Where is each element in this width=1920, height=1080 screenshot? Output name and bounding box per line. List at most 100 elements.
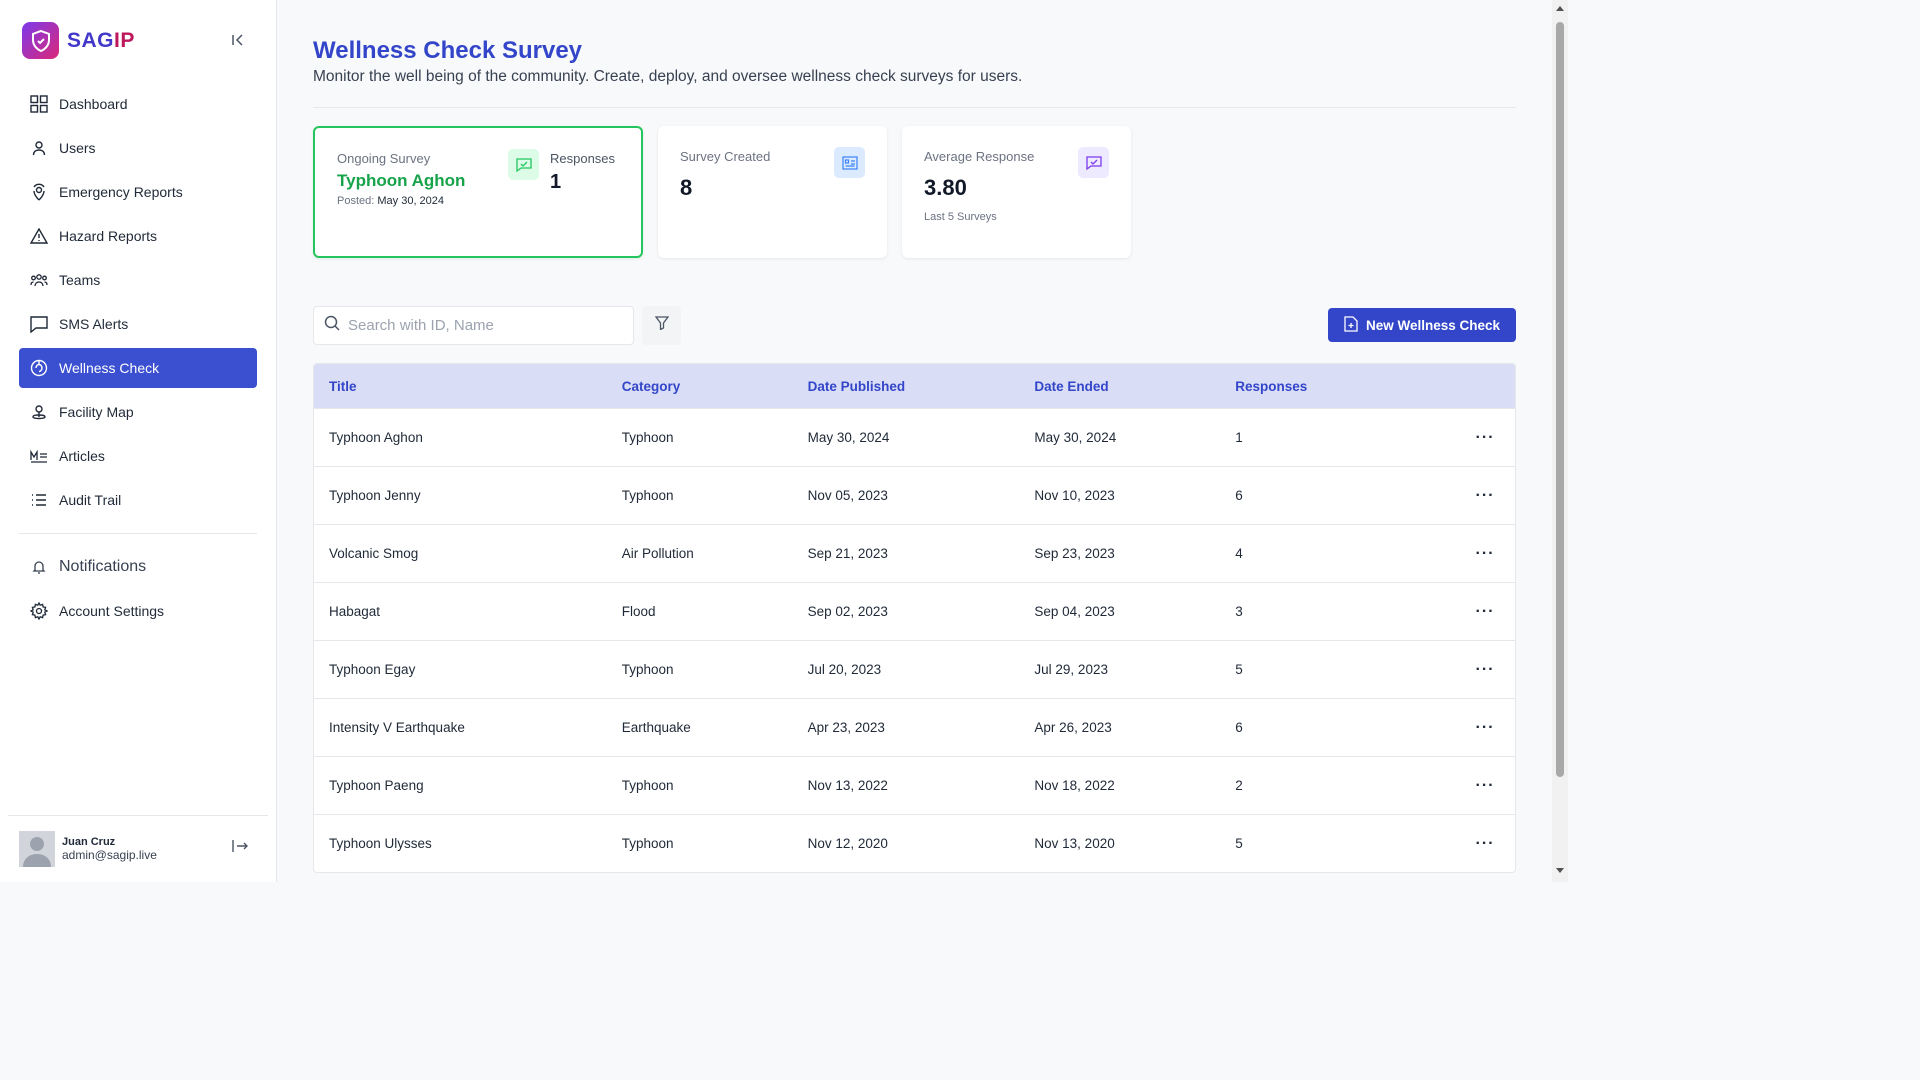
search-box — [313, 306, 634, 345]
cell-responses: 6 — [1235, 720, 1243, 735]
sidebar-item-wellness-check[interactable]: Wellness Check — [19, 348, 257, 388]
articles-icon — [29, 446, 49, 466]
cell-responses: 3 — [1235, 604, 1243, 619]
col-responses[interactable]: Responses — [1235, 379, 1455, 394]
sidebar-item-teams[interactable]: Teams — [19, 260, 257, 300]
survey-created-value: 8 — [680, 175, 693, 200]
sidebar-item-notifications[interactable]: Notifications — [19, 547, 257, 587]
message-check-icon — [508, 149, 539, 180]
sidebar-item-sms-alerts[interactable]: SMS Alerts — [19, 304, 257, 344]
table-row[interactable]: Typhoon Ulysses Typhoon Nov 12, 2020 Nov… — [314, 814, 1515, 872]
map-pin-icon — [29, 402, 49, 422]
cell-responses: 4 — [1235, 546, 1243, 561]
table-row[interactable]: Typhoon Aghon Typhoon May 30, 2024 May 3… — [314, 408, 1515, 466]
cell-category: Typhoon — [621, 662, 674, 677]
cell-date-ended: Nov 18, 2022 — [1034, 778, 1115, 793]
cell-category: Typhoon — [621, 488, 674, 503]
sidebar-item-articles[interactable]: Articles — [19, 436, 257, 476]
more-options-icon[interactable]: ··· — [1455, 777, 1515, 795]
user-profile: Juan Cruz admin@sagip.live — [8, 815, 268, 882]
logout-icon[interactable] — [231, 837, 251, 857]
cell-title: Intensity V Earthquake — [329, 720, 465, 735]
average-response-card: Average Response 3.80 Last 5 Surveys — [902, 126, 1131, 258]
cell-date-published: May 30, 2024 — [807, 430, 890, 445]
responses-label: Responses — [550, 151, 616, 166]
cell-title: Typhoon Ulysses — [329, 836, 432, 851]
cell-responses: 6 — [1235, 488, 1243, 503]
shield-logo-icon — [22, 22, 59, 59]
average-response-value: 3.80 — [924, 175, 967, 200]
gear-icon — [29, 601, 49, 621]
table-row[interactable]: Typhoon Jenny Typhoon Nov 05, 2023 Nov 1… — [314, 466, 1515, 524]
sidebar-item-users[interactable]: Users — [19, 128, 257, 168]
cell-responses: 1 — [1235, 430, 1243, 445]
secondary-nav: Notifications Account Settings — [19, 547, 257, 635]
average-response-note: Last 5 Surveys — [924, 211, 997, 223]
cell-date-ended: May 30, 2024 — [1034, 430, 1117, 445]
page-scrollbar[interactable] — [1552, 0, 1568, 882]
more-options-icon[interactable]: ··· — [1455, 487, 1515, 505]
filter-button[interactable] — [642, 306, 681, 345]
cell-date-ended: Nov 10, 2023 — [1034, 488, 1115, 503]
avatar[interactable] — [19, 831, 55, 867]
more-options-icon[interactable]: ··· — [1455, 429, 1515, 447]
warning-icon — [29, 226, 49, 246]
table-header: Title Category Date Published Date Ended… — [314, 364, 1515, 408]
wellness-table: Title Category Date Published Date Ended… — [313, 363, 1516, 873]
responses-value: 1 — [550, 171, 562, 193]
table-row[interactable]: Typhoon Egay Typhoon Jul 20, 2023 Jul 29… — [314, 640, 1515, 698]
brand[interactable]: SAGIP — [22, 22, 135, 59]
ongoing-posted: Posted: May 30, 2024 — [337, 195, 445, 207]
sidebar-item-facility-map[interactable]: Facility Map — [19, 392, 257, 432]
ongoing-survey-card[interactable]: Ongoing Survey Typhoon Aghon Posted: May… — [313, 126, 643, 258]
cell-category: Air Pollution — [621, 546, 694, 561]
filter-icon — [654, 316, 669, 335]
cell-responses: 5 — [1235, 662, 1243, 677]
user-name: Juan Cruz — [62, 836, 116, 848]
page-subtitle: Monitor the well being of the community.… — [313, 68, 1023, 85]
cell-title: Typhoon Jenny — [329, 488, 421, 503]
sidebar-item-label: Users — [59, 140, 96, 156]
table-row[interactable]: Intensity V Earthquake Earthquake Apr 23… — [314, 698, 1515, 756]
more-options-icon[interactable]: ··· — [1455, 545, 1515, 563]
sidebar: SAGIP Dashboard Users Emergency Reports … — [0, 0, 277, 882]
user-info: Juan Cruz admin@sagip.live — [62, 836, 157, 862]
cell-category: Earthquake — [621, 720, 691, 735]
cell-date-published: Nov 05, 2023 — [807, 488, 888, 503]
sidebar-item-dashboard[interactable]: Dashboard — [19, 84, 257, 124]
more-options-icon[interactable]: ··· — [1455, 835, 1515, 853]
main-nav: Dashboard Users Emergency Reports Hazard… — [19, 84, 257, 524]
col-title[interactable]: Title — [314, 379, 622, 394]
survey-form-icon — [834, 147, 865, 178]
sidebar-item-hazard-reports[interactable]: Hazard Reports — [19, 216, 257, 256]
col-category[interactable]: Category — [622, 379, 808, 394]
cell-date-ended: Apr 26, 2023 — [1034, 720, 1112, 735]
table-row[interactable]: Typhoon Paeng Typhoon Nov 13, 2022 Nov 1… — [314, 756, 1515, 814]
location-pin-icon — [29, 182, 49, 202]
ongoing-survey-label: Ongoing Survey — [337, 151, 431, 166]
sidebar-item-label: Audit Trail — [59, 492, 122, 508]
cell-title: Typhoon Aghon — [329, 430, 423, 445]
scroll-thumb[interactable] — [1556, 22, 1564, 777]
more-options-icon[interactable]: ··· — [1455, 661, 1515, 679]
more-options-icon[interactable]: ··· — [1455, 603, 1515, 621]
nav-divider — [19, 533, 257, 534]
cell-responses: 2 — [1235, 778, 1243, 793]
cell-title: Volcanic Smog — [329, 546, 419, 561]
col-date-published[interactable]: Date Published — [808, 379, 1035, 394]
more-options-icon[interactable]: ··· — [1455, 719, 1515, 737]
table-row[interactable]: Volcanic Smog Air Pollution Sep 21, 2023… — [314, 524, 1515, 582]
sidebar-item-label: Notifications — [59, 558, 147, 575]
new-wellness-check-button[interactable]: New Wellness Check — [1328, 308, 1516, 342]
search-input[interactable] — [348, 317, 618, 334]
user-email: admin@sagip.live — [62, 848, 157, 862]
table-row[interactable]: Habagat Flood Sep 02, 2023 Sep 04, 2023 … — [314, 582, 1515, 640]
collapse-sidebar-icon[interactable] — [228, 30, 248, 50]
scroll-down-icon[interactable] — [1556, 868, 1564, 873]
sidebar-item-account-settings[interactable]: Account Settings — [19, 591, 257, 631]
sidebar-item-emergency-reports[interactable]: Emergency Reports — [19, 172, 257, 212]
scroll-up-icon[interactable] — [1556, 6, 1564, 11]
sidebar-item-audit-trail[interactable]: Audit Trail — [19, 480, 257, 520]
search-icon — [324, 315, 340, 336]
col-date-ended[interactable]: Date Ended — [1034, 379, 1235, 394]
